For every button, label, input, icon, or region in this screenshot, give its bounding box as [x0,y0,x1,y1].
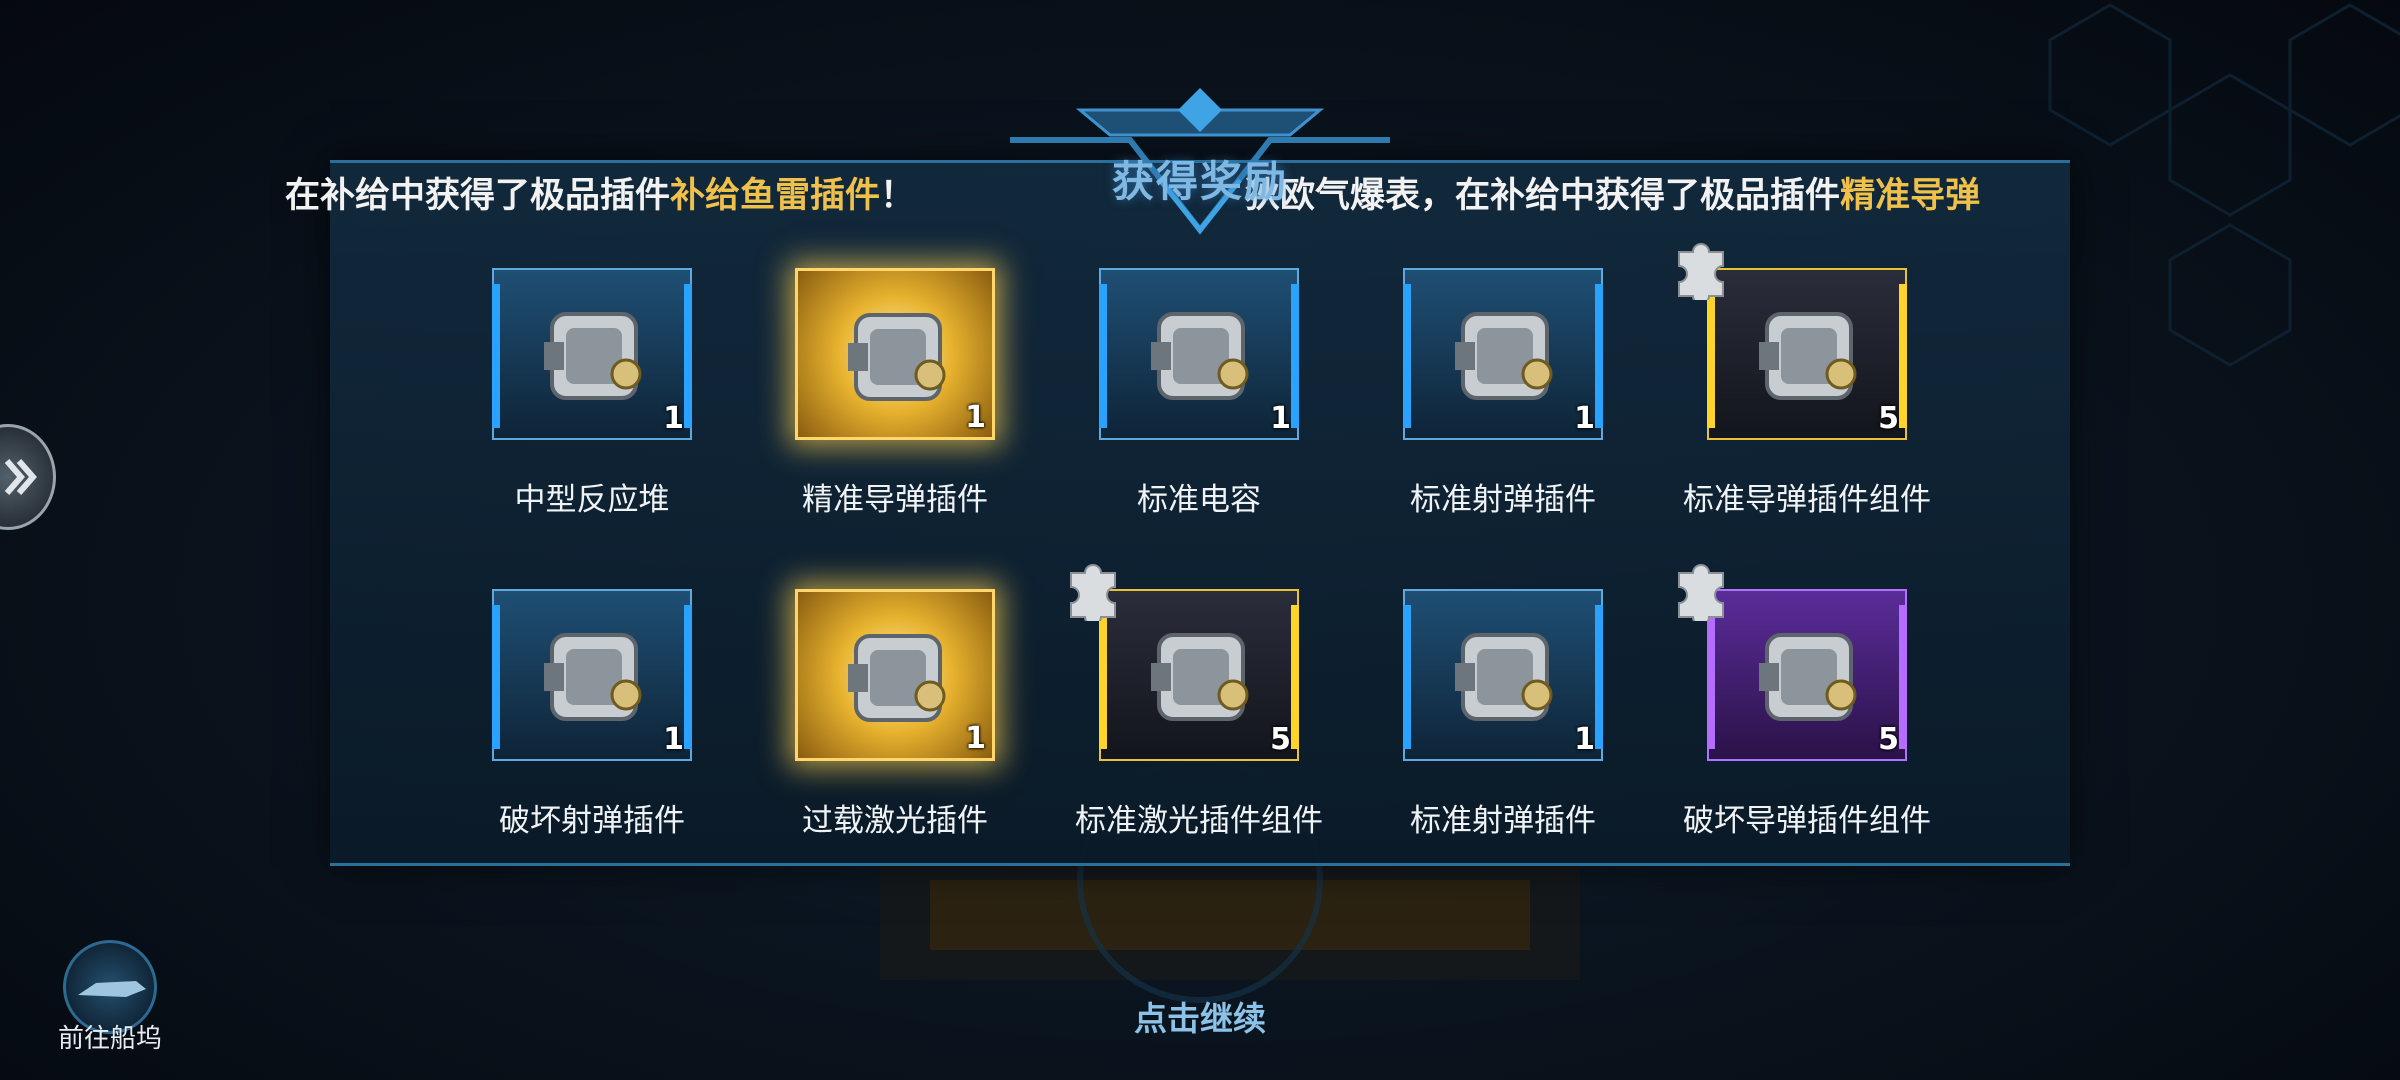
reward-quantity: 5 [1270,722,1291,757]
reward-quantity: 1 [1270,401,1291,436]
reward-card: 5 [1099,589,1299,761]
puzzle-piece-icon [1678,564,1724,621]
capacitor-icon [1151,312,1249,400]
cannon-module-icon [544,633,642,721]
reward-quantity: 1 [663,401,684,436]
puzzle-piece-icon [1070,564,1116,621]
dock-label: 前往船坞 [57,1024,162,1054]
missile-launcher-icon [848,313,946,401]
reward-quantity: 1 [965,400,986,435]
ticker-right-highlight: 精准导弹 [1840,176,1981,216]
reward-card: 1 [1403,589,1603,761]
reward-quantity: 1 [1574,401,1595,436]
reward-card: 5 [1707,589,1907,761]
ticker-left-highlight: 补给鱼雷插件 [670,176,881,216]
reward-name: 中型反应堆 [514,482,670,518]
projectile-module-icon [1455,633,1553,721]
projectile-module-icon [1455,312,1553,400]
side-expand-button[interactable] [0,424,56,530]
reward-card: 1 [492,589,692,761]
reactor-icon [544,312,642,400]
reward-quantity: 5 [1878,722,1899,757]
laser-component-icon [1151,633,1249,721]
reward-name: 标准电容 [1137,482,1261,518]
reward-card: 1 [1403,268,1603,440]
reward-quantity: 1 [663,722,684,757]
reward-card: 5 [1707,268,1907,440]
panel-title: 获得奖励 [1111,157,1288,206]
reward-card: 1 [795,268,995,440]
reward-name: 破坏射弹插件 [499,803,685,839]
reward-quantity: 1 [965,721,986,756]
missile-component-icon [1759,312,1857,400]
reward-quantity: 1 [1574,722,1595,757]
reward-card: 1 [492,268,692,440]
reward-name: 破坏导弹插件组件 [1683,803,1931,839]
tap-to-continue[interactable]: 点击继续 [1100,992,1300,1040]
reward-name: 标准射弹插件 [1410,803,1596,839]
reward-card: 1 [1099,268,1299,440]
missile-drill-component-icon [1759,633,1857,721]
reward-name: 精准导弹插件 [802,482,988,518]
ticker-right-prefix: 狄欧气爆表，在补给中获得了极品插件 [1245,176,1841,216]
reward-name: 过载激光插件 [802,803,988,839]
reward-quantity: 5 [1878,401,1899,436]
reward-name: 标准导弹插件组件 [1683,482,1931,518]
reward-name: 标准射弹插件 [1410,482,1596,518]
double-chevron-right-icon [4,459,37,495]
laser-module-icon [848,634,946,722]
ticker-left-suffix: ！ [880,176,916,216]
puzzle-piece-icon [1678,243,1724,300]
reward-card: 1 [795,589,995,761]
ticker-left-prefix: 在补给中获得了极品插件 [285,176,671,216]
reward-name: 标准激光插件组件 [1075,803,1323,839]
